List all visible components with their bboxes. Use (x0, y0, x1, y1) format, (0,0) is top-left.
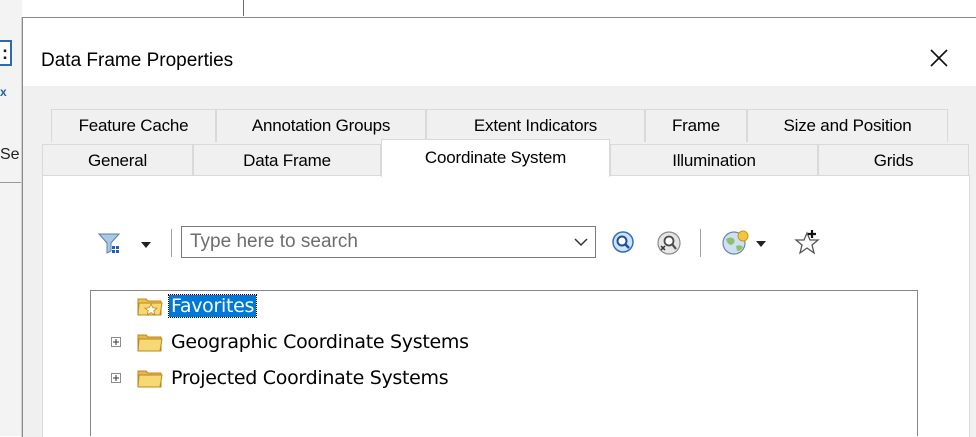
dialog-title: Data Frame Properties (41, 50, 234, 71)
coordinate-system-tree[interactable]: Favorites Geographic Coordinate Systems … (90, 290, 918, 436)
filter-icon (98, 233, 121, 254)
tree-item-favorites[interactable]: Favorites (137, 294, 258, 318)
filter-dropdown-button[interactable] (98, 232, 158, 256)
tab-grids[interactable]: Grids (818, 144, 969, 176)
globe-add-icon (722, 230, 749, 255)
tree-item-geographic-coordinate-systems[interactable]: Geographic Coordinate Systems (137, 330, 471, 354)
tab-frame[interactable]: Frame (645, 109, 747, 142)
expand-toggle-geographic[interactable] (111, 337, 121, 347)
tab-coordinate-system[interactable]: Coordinate System (381, 139, 610, 177)
close-icon (930, 49, 948, 67)
toolbar-separator (171, 229, 172, 257)
clear-search-icon (657, 231, 681, 255)
background-char: : (2, 42, 8, 63)
expand-toggle-projected[interactable] (111, 373, 121, 383)
background-char: x (0, 85, 7, 99)
toolbar-separator (700, 229, 701, 257)
folder-icon (137, 370, 163, 388)
folder-icon (137, 334, 163, 352)
tab-illumination[interactable]: Illumination (610, 144, 818, 176)
tree-item-label: Geographic Coordinate Systems (171, 331, 469, 353)
chevron-down-icon (141, 242, 151, 248)
background-divider (0, 182, 22, 183)
title-bar: Data Frame Properties (23, 18, 976, 86)
plus-icon (113, 339, 119, 345)
tab-size-and-position[interactable]: Size and Position (747, 109, 948, 142)
tab-extent-indicators[interactable]: Extent Indicators (426, 109, 645, 142)
tab-data-frame[interactable]: Data Frame (193, 144, 381, 176)
chevron-down-icon[interactable] (573, 235, 589, 249)
background-char: Se (0, 146, 20, 163)
search-combobox[interactable] (181, 226, 596, 258)
add-favorite-button[interactable] (793, 228, 821, 256)
favorites-folder-icon (137, 298, 163, 316)
plus-icon (113, 375, 119, 381)
globe-add-dropdown-button[interactable] (721, 229, 777, 257)
close-button[interactable] (921, 40, 957, 76)
tab-annotation-groups[interactable]: Annotation Groups (216, 109, 426, 142)
search-button[interactable] (611, 230, 637, 256)
tree-item-label: Favorites (167, 294, 258, 318)
magnifier-search-icon (612, 231, 634, 253)
chevron-down-icon (756, 241, 766, 247)
tree-item-label: Projected Coordinate Systems (171, 367, 449, 389)
add-favorite-star-icon (794, 230, 820, 255)
clear-search-button[interactable] (655, 230, 683, 256)
tab-feature-cache[interactable]: Feature Cache (51, 109, 216, 142)
tab-general[interactable]: General (42, 144, 193, 176)
tree-item-projected-coordinate-systems[interactable]: Projected Coordinate Systems (137, 366, 450, 390)
background-app-button: : (0, 40, 12, 66)
search-input[interactable] (190, 227, 530, 257)
background-divider (243, 0, 244, 16)
